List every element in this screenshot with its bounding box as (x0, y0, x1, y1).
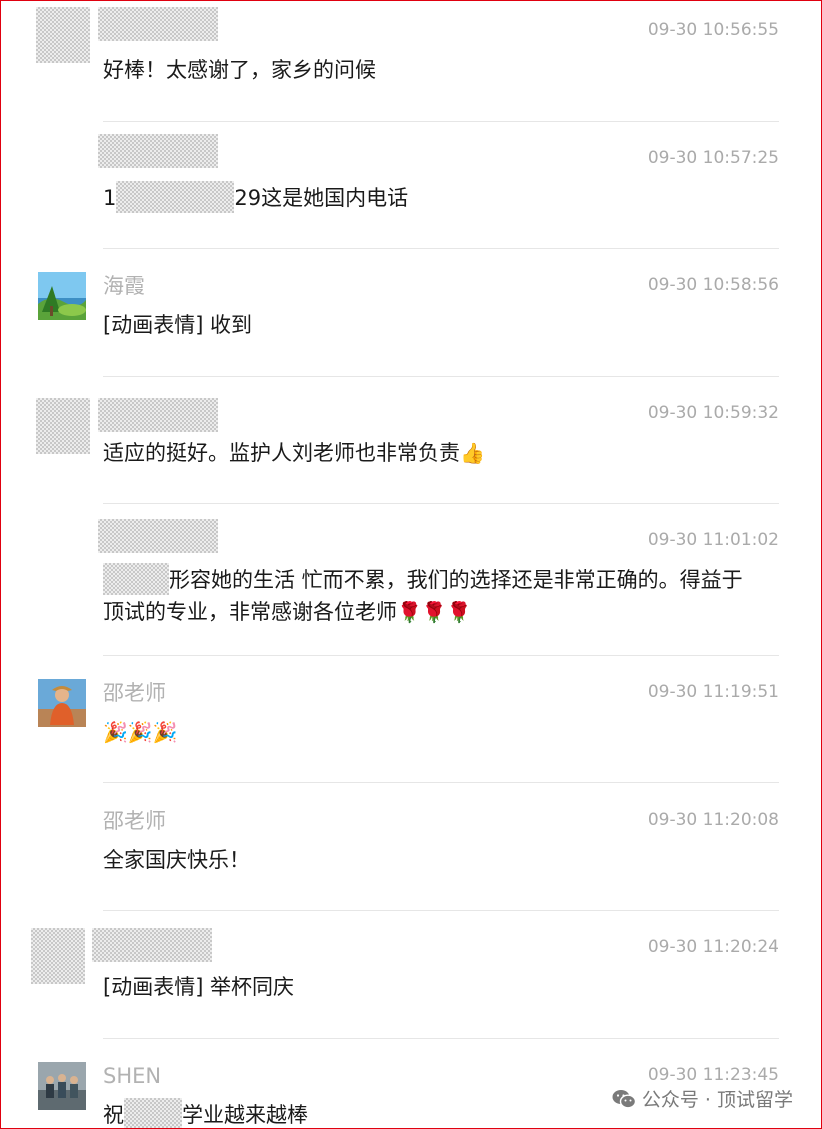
avatar-pixelated[interactable] (31, 928, 85, 984)
message-text: [动画表情] 举杯同庆 (103, 975, 295, 999)
message-time: 09-30 10:56:55 (647, 20, 779, 40)
name-inline-pixelated (103, 563, 169, 595)
watermark: 公众号 · 顶试留学 (607, 1083, 793, 1114)
divider (103, 248, 779, 249)
landscape-avatar-icon (38, 272, 86, 320)
name-pixelated (98, 7, 218, 41)
text-prefix: 祝 (103, 1103, 124, 1127)
party-popper-icon: 🎉🎉🎉 (103, 720, 178, 744)
thumbs-up-icon: 👍 (460, 441, 485, 465)
avatar[interactable] (38, 272, 86, 320)
divider (103, 782, 779, 783)
avatar-pixelated[interactable] (36, 7, 90, 63)
divider (103, 376, 779, 377)
text-suffix: 29这是她国内电话 (234, 186, 409, 210)
message-time: 09-30 10:59:32 (647, 403, 779, 423)
text-prefix: 1 (103, 186, 117, 210)
message-text: 适应的挺好。监护人刘老师也非常负责👍 (103, 437, 753, 469)
message-time: 09-30 11:20:08 (647, 810, 779, 830)
name-pixelated (92, 928, 212, 962)
sender-name[interactable]: 海霞 (103, 273, 145, 299)
chat-frame: 09-30 10:56:55 好棒！太感谢了，家乡的问候 09-30 10:57… (0, 0, 822, 1129)
message-text: 形容她的生活 忙而不累，我们的选择还是非常正确的。得益于顶试的专业，非常感谢各位… (103, 563, 753, 628)
name-pixelated (98, 519, 218, 553)
message-text: 🎉🎉🎉 (103, 716, 753, 748)
phone-pixelated (116, 181, 235, 213)
message-text: 全家国庆快乐！ (103, 848, 250, 872)
name-pixelated (98, 134, 218, 168)
message-time: 09-30 11:01:02 (647, 530, 779, 550)
sender-name[interactable]: 邵老师 (103, 808, 166, 834)
divider (103, 655, 779, 656)
avatar-pixelated[interactable] (36, 398, 90, 454)
divider (103, 1038, 779, 1039)
avatar[interactable] (38, 1062, 86, 1110)
sender-name[interactable]: SHEN (103, 1063, 161, 1089)
message-text: 好棒！太感谢了，家乡的问候 (103, 58, 376, 82)
message-time: 09-30 11:20:24 (647, 937, 779, 957)
group-photo-avatar-icon (38, 1062, 86, 1110)
wechat-icon (612, 1089, 636, 1108)
divider (103, 910, 779, 911)
watermark-text: 公众号 · 顶试留学 (641, 1089, 793, 1111)
name-pixelated (98, 398, 218, 432)
divider (103, 121, 779, 122)
person-avatar-icon (38, 679, 86, 727)
message-text: [动画表情] 收到 (103, 313, 253, 337)
message-time: 09-30 11:19:51 (647, 682, 779, 702)
rose-icon: 🌹🌹🌹 (397, 600, 472, 624)
text-body: 适应的挺好。监护人刘老师也非常负责 (103, 441, 460, 465)
sender-name[interactable]: 邵老师 (103, 680, 166, 706)
message-text: 1 29这是她国内电话 (103, 181, 753, 214)
avatar[interactable] (38, 679, 86, 727)
name-inline-pixelated (124, 1098, 182, 1128)
message-time: 09-30 10:58:56 (647, 275, 779, 295)
divider (103, 503, 779, 504)
text-suffix: 学业越来越棒 (182, 1103, 308, 1127)
message-time: 09-30 10:57:25 (647, 148, 779, 168)
